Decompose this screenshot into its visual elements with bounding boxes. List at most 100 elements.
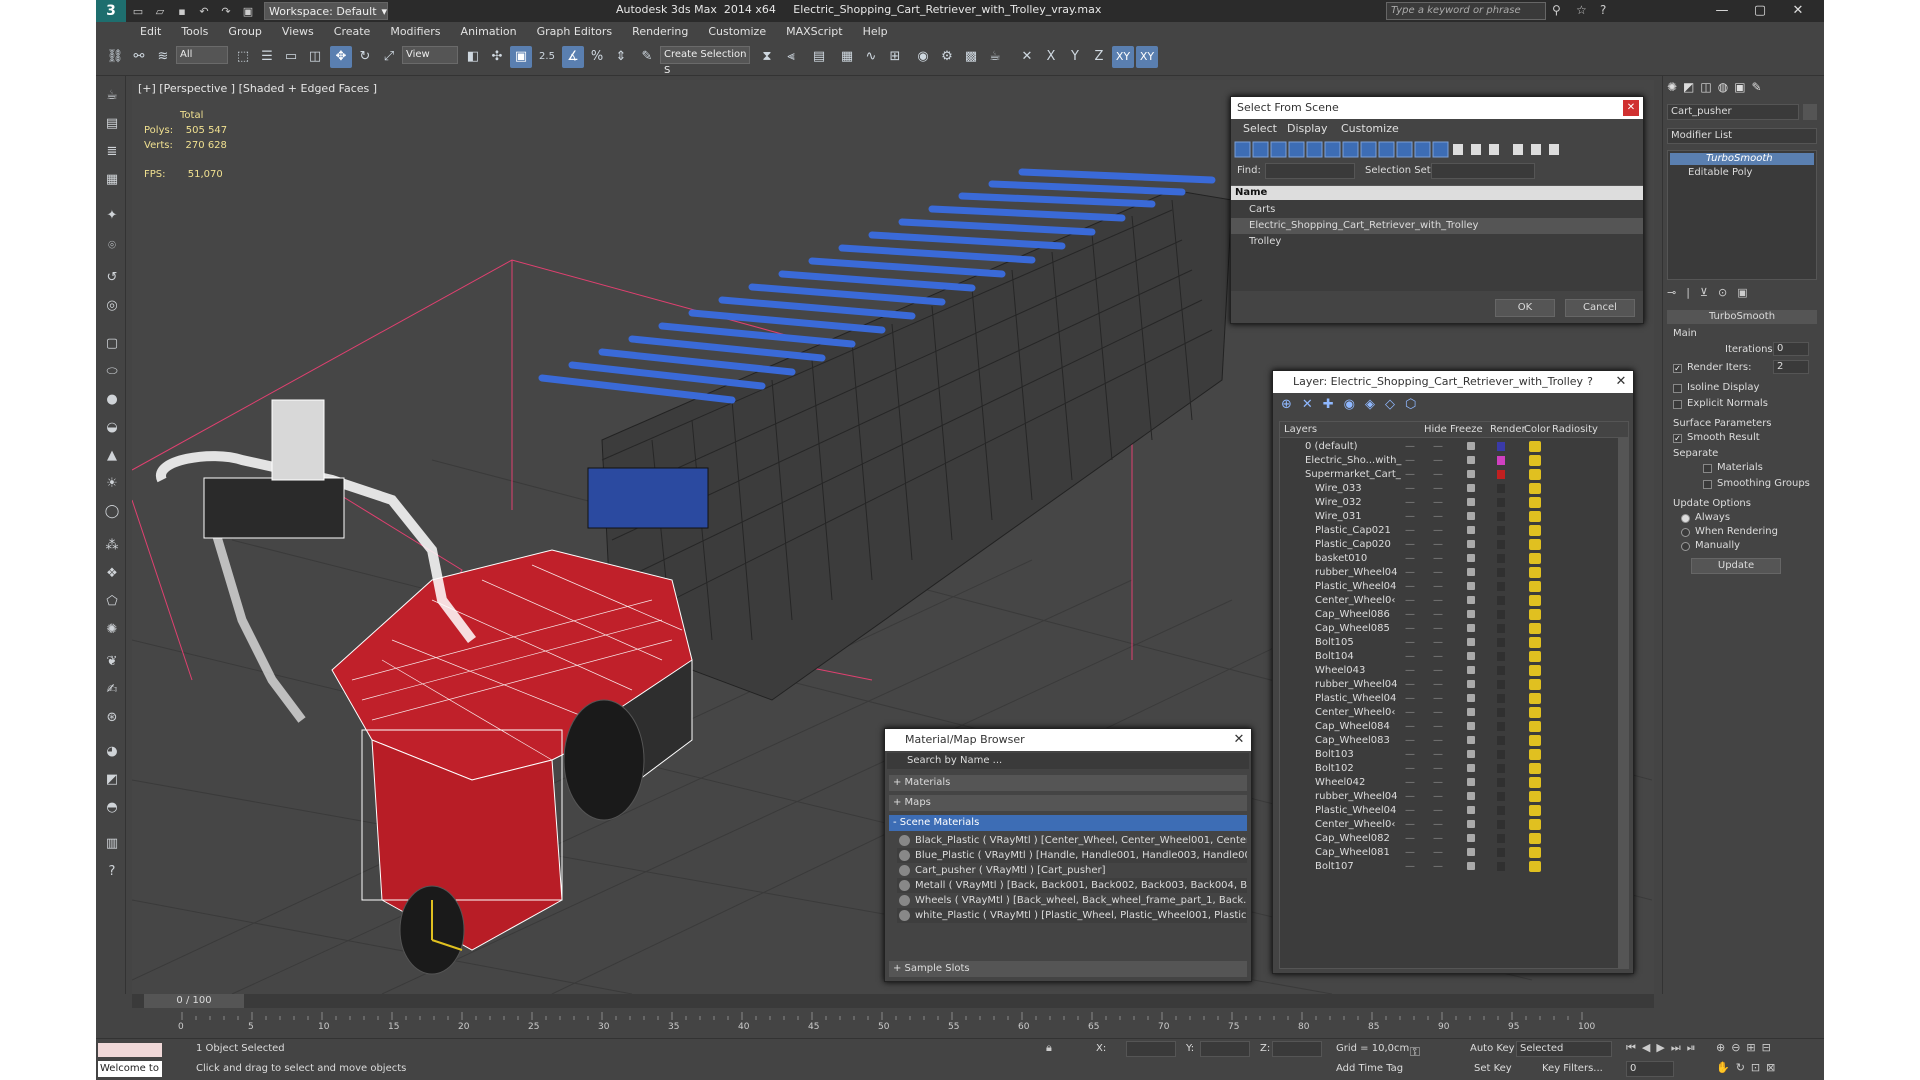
render-teapot-icon[interactable] [1467,862,1475,870]
layer-row[interactable]: Cap_Wheel082 — — [1281,832,1619,846]
col-render[interactable]: Render [1490,424,1526,435]
name-column-header[interactable]: Name [1231,186,1643,200]
hide-toggle[interactable]: — [1405,441,1415,452]
hide-toggle[interactable]: — [1405,469,1415,480]
hide-toggle[interactable]: — [1405,679,1415,690]
ok-button[interactable]: OK [1495,299,1555,317]
freeze-toggle[interactable]: — [1433,735,1443,746]
freeze-toggle[interactable]: — [1433,707,1443,718]
layer-row[interactable]: Bolt105 — — [1281,636,1619,650]
layer-row[interactable]: Wheel043 — — [1281,664,1619,678]
smooth-result-checkbox[interactable]: ✓ [1673,434,1682,443]
layer-row[interactable]: Bolt102 — — [1281,762,1619,776]
col-radiosity[interactable]: Radiosity [1552,424,1598,435]
render-teapot-icon[interactable] [1467,512,1475,520]
reference-coord-dropdown[interactable]: View [402,46,458,64]
layer-row[interactable]: Bolt103 — — [1281,748,1619,762]
hair-icon[interactable]: ✍ [102,680,122,700]
percent-snap-icon[interactable]: % [586,46,608,68]
freeze-toggle[interactable]: — [1433,749,1443,760]
freeze-toggle[interactable]: — [1433,819,1443,830]
selection-set-dropdown[interactable] [1431,163,1535,179]
hide-toggle[interactable]: — [1405,749,1415,760]
help-circle-icon[interactable]: ? [102,862,122,882]
cancel-button[interactable]: Cancel [1565,299,1635,317]
freeze-toggle[interactable]: — [1433,847,1443,858]
hide-toggle[interactable]: — [1405,637,1415,648]
iterations-spinner[interactable]: 0 [1773,342,1809,356]
layer-row[interactable]: Center_Wheel0‹ — — [1281,594,1619,608]
radiosity-icon[interactable] [1529,721,1541,732]
hide-toggle[interactable]: — [1405,553,1415,564]
smoothing-groups-checkbox[interactable] [1703,480,1712,489]
menu-edit[interactable]: Edit [140,25,161,38]
radiosity-icon[interactable] [1529,735,1541,746]
layer-color-swatch[interactable] [1497,624,1505,633]
layer-color-swatch[interactable] [1497,526,1505,535]
freeze-toggle[interactable]: — [1433,553,1443,564]
time-slider-thumb[interactable]: 0 / 100 [144,994,244,1008]
render-teapot-icon[interactable] [1467,596,1475,604]
layer-color-swatch[interactable] [1497,456,1505,465]
layer-color-swatch[interactable] [1497,708,1505,717]
layer-row[interactable]: Wire_033 — — [1281,482,1619,496]
freeze-toggle[interactable]: — [1433,455,1443,466]
group-materials[interactable]: + Materials [889,775,1247,791]
render-teapot-icon[interactable] [1467,722,1475,730]
angle-snap-icon[interactable]: ∡ [562,46,584,68]
layer-row[interactable]: Plastic_Wheel04 — — [1281,692,1619,706]
layer-row[interactable]: Supermarket_Cart_ — — [1281,468,1619,482]
workspace-dropdown[interactable]: Workspace: Default ▾ [264,2,388,20]
render-teapot-icon[interactable] [1467,638,1475,646]
render-teapot-icon[interactable] [1467,498,1475,506]
menu-rendering[interactable]: Rendering [632,25,688,38]
menu-maxscript[interactable]: MAXScript [786,25,842,38]
radiosity-icon[interactable] [1529,833,1541,844]
freeze-toggle[interactable]: — [1433,441,1443,452]
freeze-toggle[interactable]: — [1433,511,1443,522]
list-icon[interactable]: ≣ [102,142,122,162]
menu-animation[interactable]: Animation [461,25,517,38]
select-tab-select[interactable]: Select [1243,122,1277,135]
menu-group[interactable]: Group [228,25,262,38]
hide-toggle[interactable]: — [1405,539,1415,550]
viewport-nav-controls[interactable]: ⊕⊖⊞⊟ [1716,1041,1777,1054]
menu-views[interactable]: Views [282,25,314,38]
layer-row[interactable]: Center_Wheel0‹ — — [1281,818,1619,832]
layer-color-swatch[interactable] [1497,666,1505,675]
radiosity-icon[interactable] [1529,861,1541,872]
radiosity-icon[interactable] [1529,819,1541,830]
radiosity-icon[interactable] [1529,791,1541,802]
radiosity-icon[interactable] [1529,777,1541,788]
stack-item-turbosmooth[interactable]: TurboSmooth [1670,153,1814,165]
group-sample-slots[interactable]: + Sample Slots [889,961,1247,977]
render-teapot-icon[interactable] [1467,834,1475,842]
pivot-center-icon[interactable]: ◧ [462,46,484,68]
render-teapot-icon[interactable] [1467,610,1475,618]
radiosity-icon[interactable] [1529,511,1541,522]
layer-row[interactable]: rubber_Wheel04 — — [1281,790,1619,804]
layer-row[interactable]: Wire_031 — — [1281,510,1619,524]
layer-color-swatch[interactable] [1497,722,1505,731]
menu-customize[interactable]: Customize [708,25,766,38]
open-file-icon[interactable]: ▱ [150,2,170,20]
render-icon[interactable]: ☕ [984,46,1006,68]
hide-toggle[interactable]: — [1405,707,1415,718]
viewport-nav-controls-2[interactable]: ✋↻⊡⊠ [1716,1061,1781,1074]
menu-graph-editors[interactable]: Graph Editors [537,25,613,38]
maximize-button[interactable]: ▢ [1742,1,1778,21]
group-maps[interactable]: + Maps [889,795,1247,811]
render-teapot-icon[interactable] [1467,778,1475,786]
cylinder-icon[interactable]: ⬭ [102,362,122,382]
layer-color-swatch[interactable] [1497,498,1505,507]
render-setup-icon[interactable]: ⚙ [936,46,958,68]
col-layers[interactable]: Layers [1284,424,1317,435]
maxscript-listener[interactable] [98,1043,162,1057]
axis-xy-cycle-button[interactable]: XY [1136,46,1158,68]
hide-toggle[interactable]: — [1405,567,1415,578]
hide-toggle[interactable]: — [1405,623,1415,634]
hide-toggle[interactable]: — [1405,777,1415,788]
snaps-toggle-icon[interactable]: 2.5 [536,46,558,68]
sun-icon[interactable]: ☀ [102,474,122,494]
hide-toggle[interactable]: — [1405,595,1415,606]
